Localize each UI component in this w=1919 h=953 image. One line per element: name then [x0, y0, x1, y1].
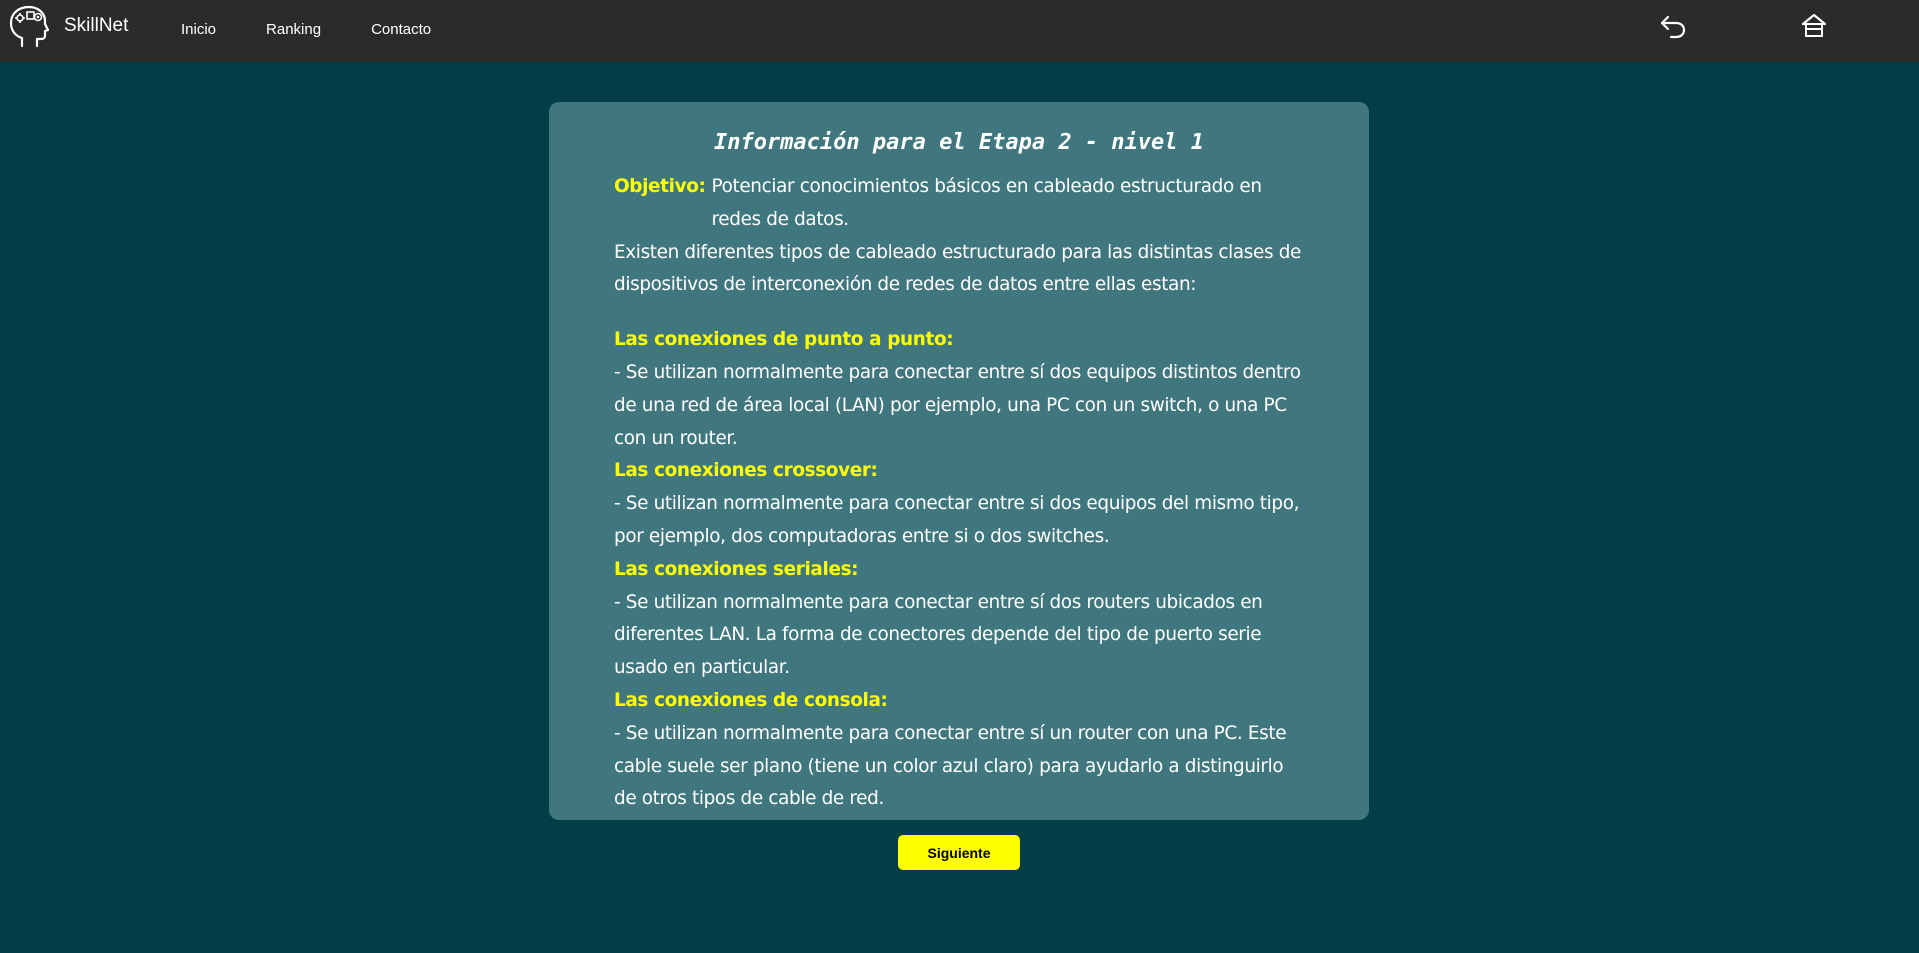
intro-text: Existen diferentes tipos de cableado est…	[614, 241, 1301, 296]
objective-text: Potenciar conocimientos básicos en cable…	[711, 176, 1262, 230]
brand-name[interactable]: SkillNet	[64, 15, 128, 37]
undo-arrow-icon[interactable]	[1657, 10, 1689, 42]
section-body-punto-a-punto: - Se utilizan normalmente para conectar …	[614, 361, 1301, 449]
nav-link-inicio[interactable]: Inicio	[181, 21, 216, 38]
info-card: Información para el Etapa 2 - nivel 1 Ob…	[549, 102, 1369, 820]
section-heading-punto-a-punto: Las conexiones de punto a punto:	[614, 329, 954, 351]
section-heading-consola: Las conexiones de consola:	[614, 689, 888, 711]
nav-link-contacto[interactable]: Contacto	[371, 21, 431, 38]
section-heading-seriales: Las conexiones seriales:	[614, 558, 859, 580]
next-button[interactable]: Siguiente	[898, 835, 1020, 870]
home-icon[interactable]	[1798, 10, 1830, 42]
nav-link-ranking[interactable]: Ranking	[266, 21, 321, 38]
card-content: Objetivo: Potenciar conocimientos básico…	[614, 171, 1304, 816]
objective-row: Objetivo: Potenciar conocimientos básico…	[614, 171, 1304, 237]
brand[interactable]: SkillNet	[8, 4, 128, 48]
section-heading-crossover: Las conexiones crossover:	[614, 460, 878, 482]
top-navbar: SkillNet Inicio Ranking Contacto	[0, 0, 1919, 62]
nav-links: Inicio Ranking Contacto	[181, 0, 481, 58]
section-body-seriales: - Se utilizan normalmente para conectar …	[614, 591, 1263, 679]
brain-head-logo	[9, 5, 50, 48]
card-title: Información para el Etapa 2 - nivel 1	[713, 130, 1205, 155]
section-body-consola: - Se utilizan normalmente para conectar …	[614, 722, 1287, 810]
objective-label: Objetivo:	[614, 176, 706, 197]
section-body-crossover: - Se utilizan normalmente para conectar …	[614, 493, 1300, 547]
